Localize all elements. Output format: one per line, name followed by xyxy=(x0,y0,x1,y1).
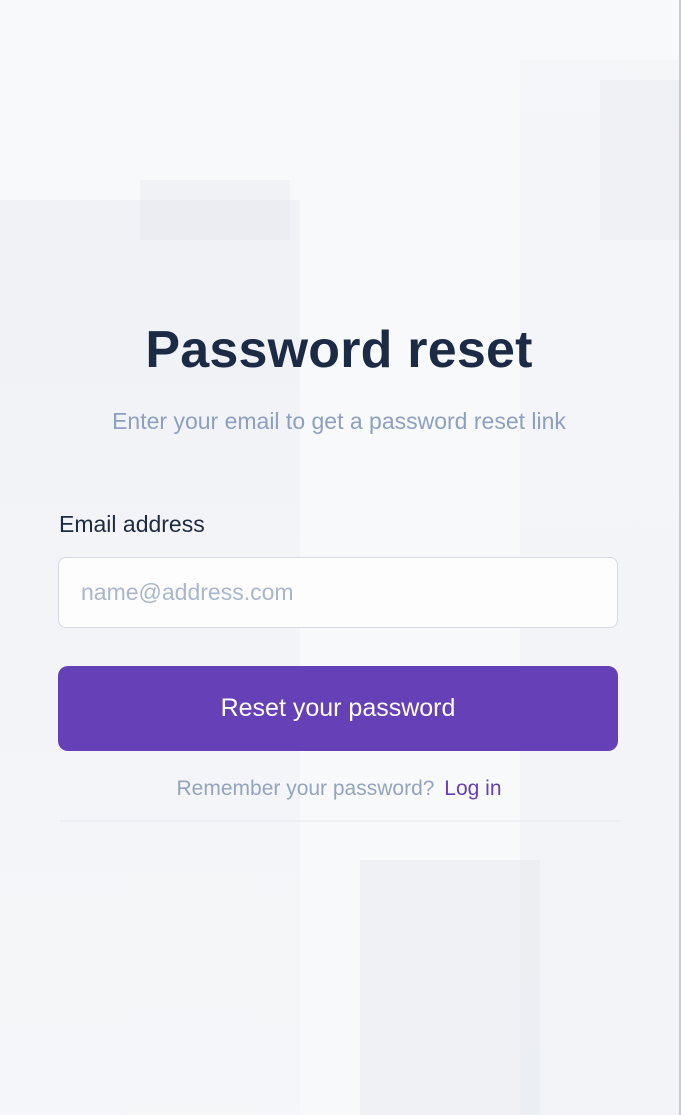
login-prompt-text: Remember your password? xyxy=(176,777,435,800)
page-subtitle: Enter your email to get a password reset… xyxy=(112,408,566,434)
email-field[interactable] xyxy=(58,557,618,628)
reset-password-button[interactable]: Reset your password xyxy=(58,666,618,751)
login-link[interactable]: Log in xyxy=(444,777,501,800)
background-photo-shade xyxy=(60,820,620,822)
page-title: Password reset xyxy=(145,321,533,379)
login-prompt: Remember your password? Log in xyxy=(0,773,678,805)
password-reset-page: Password reset Enter your email to get a… xyxy=(0,0,681,1115)
background-photo-shade xyxy=(600,80,680,240)
background-photo-shade xyxy=(140,180,290,240)
background-photo-shade xyxy=(360,860,540,1115)
email-label: Email address xyxy=(59,511,205,537)
